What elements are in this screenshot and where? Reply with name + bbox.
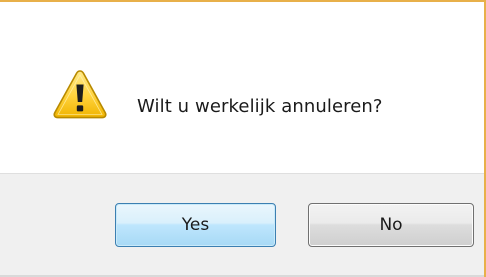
dialog-message: Wilt u werkelijk annuleren?	[137, 96, 383, 117]
confirm-dialog: Wilt u werkelijk annuleren? Yes No	[0, 0, 486, 277]
dialog-button-bar: Yes No	[0, 173, 484, 277]
yes-button[interactable]: Yes	[115, 203, 276, 247]
warning-icon	[53, 70, 107, 119]
no-button[interactable]: No	[308, 203, 474, 247]
dialog-content: Wilt u werkelijk annuleren?	[0, 2, 484, 173]
